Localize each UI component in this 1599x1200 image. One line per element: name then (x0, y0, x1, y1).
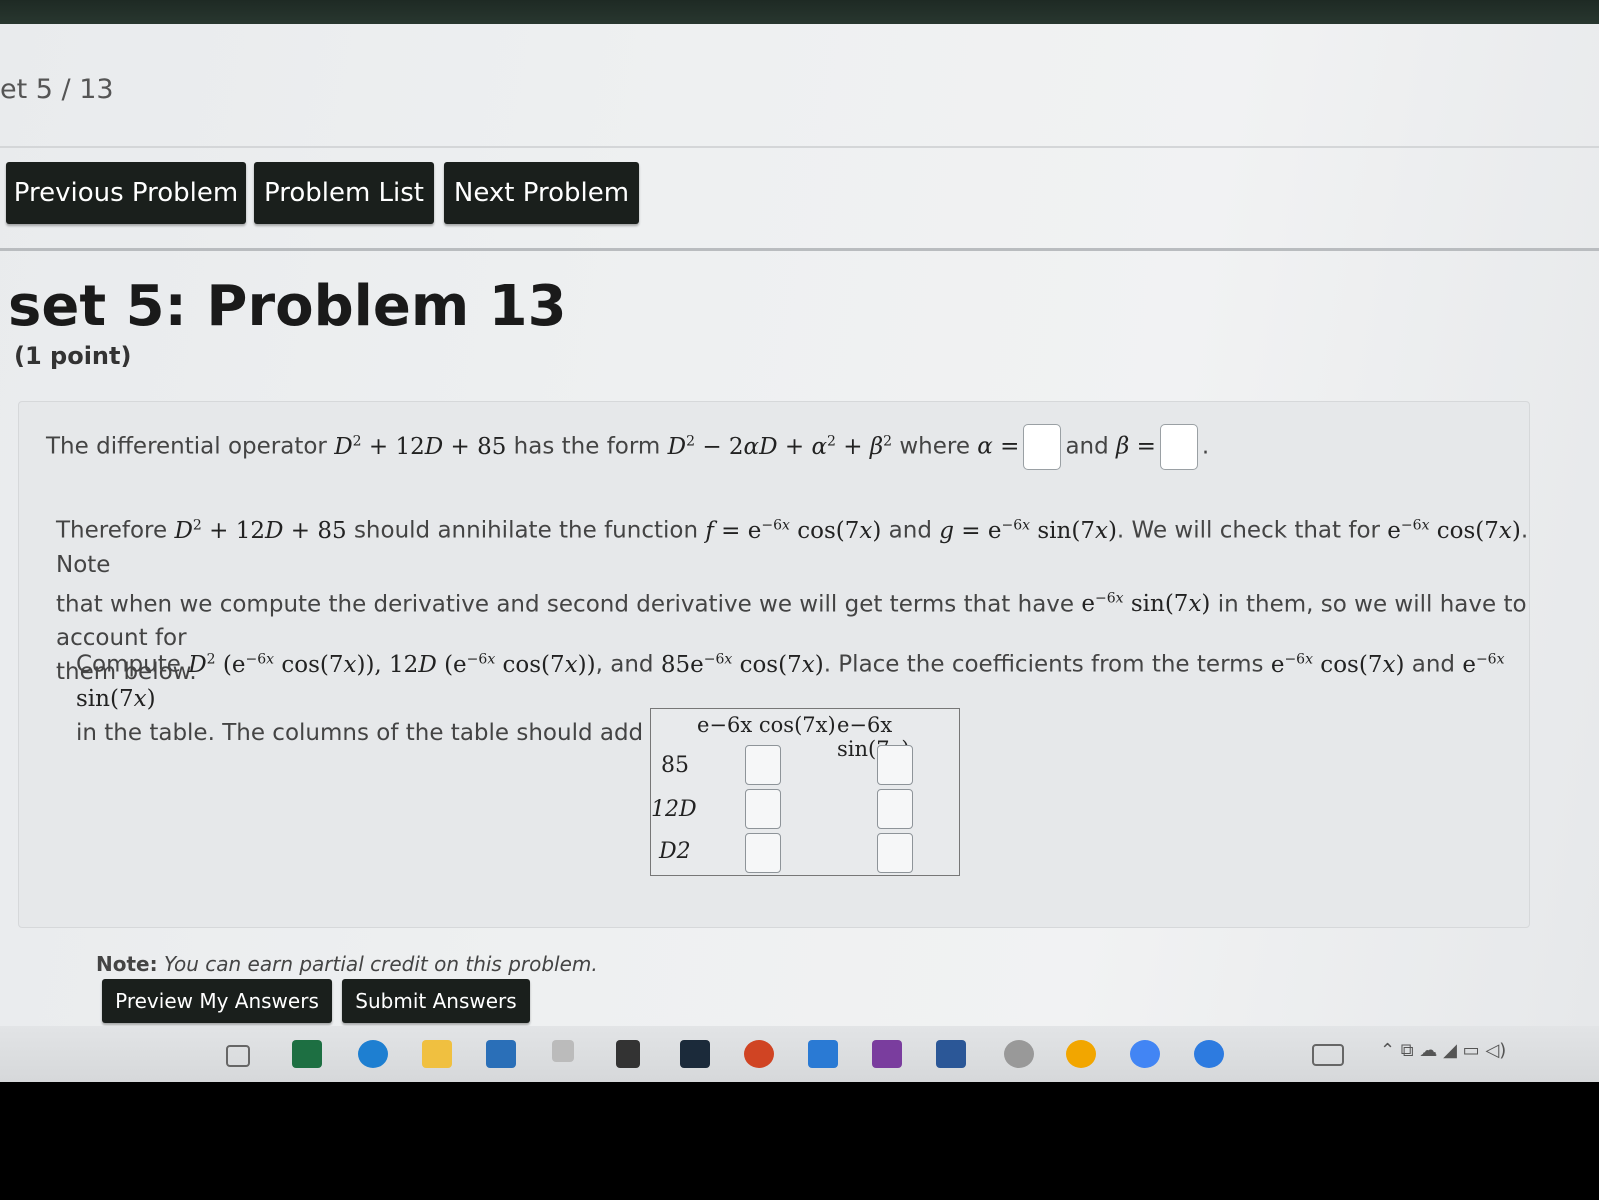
task-view-icon[interactable] (226, 1045, 250, 1067)
app-icon[interactable] (552, 1040, 574, 1062)
problem-list-button[interactable]: Problem List (254, 162, 434, 224)
next-problem-button[interactable]: Next Problem (444, 162, 639, 224)
webwork-page: et 5 / 13 Previous Problem Problem List … (0, 24, 1599, 1052)
table-row-label: 85 (661, 753, 689, 778)
table-header-col1: e−6x cos(7x) (697, 713, 836, 737)
partial-credit-note: Note: You can earn partial credit on thi… (96, 952, 598, 976)
app-s-icon[interactable] (680, 1040, 710, 1068)
previous-problem-button[interactable]: Previous Problem (6, 162, 246, 224)
store-icon[interactable] (486, 1040, 516, 1068)
submit-answers-button[interactable]: Submit Answers (342, 979, 530, 1023)
coef-12d-sin-input[interactable] (877, 789, 913, 829)
keyboard-icon[interactable] (1312, 1044, 1344, 1066)
coef-d2-cos-input[interactable] (745, 833, 781, 873)
problem-points: (1 point) (14, 342, 132, 370)
table-row-label: 12D (651, 797, 697, 822)
operator-expression: D2 + 12D + 85 (334, 433, 507, 460)
problem-nav: Previous Problem Problem List Next Probl… (0, 158, 1599, 251)
coefficient-table: e−6x cos(7x) e−6x sin(7x) 85 12D D2 (650, 708, 960, 876)
coef-d2-sin-input[interactable] (877, 833, 913, 873)
word-icon[interactable] (936, 1040, 966, 1068)
breadcrumb[interactable]: et 5 / 13 (0, 74, 114, 105)
snip-icon[interactable] (1004, 1040, 1034, 1068)
onenote-icon[interactable] (872, 1040, 902, 1068)
table-row-label: D2 (659, 839, 691, 864)
edge-icon[interactable] (358, 1040, 388, 1068)
chrome-icon[interactable] (1130, 1040, 1160, 1068)
alpha-answer-input[interactable] (1023, 424, 1062, 471)
mail-icon[interactable] (808, 1040, 838, 1068)
excel-icon[interactable] (292, 1040, 322, 1068)
coef-85-cos-input[interactable] (745, 745, 781, 785)
form-expression: D2 − 2αD + α2 + β2 (667, 433, 893, 460)
preview-answers-button[interactable]: Preview My Answers (102, 979, 332, 1023)
app-circle-icon[interactable] (1066, 1040, 1096, 1068)
dropbox-icon[interactable] (616, 1040, 640, 1068)
page-title: set 5: Problem 13 (8, 274, 567, 339)
file-explorer-icon[interactable] (422, 1040, 452, 1068)
problem-statement-1: The differential operator D2 + 12D + 85 … (46, 424, 1209, 471)
coef-85-sin-input[interactable] (877, 745, 913, 785)
coef-12d-cos-input[interactable] (745, 789, 781, 829)
help-icon[interactable] (1194, 1040, 1224, 1068)
beta-answer-input[interactable] (1159, 424, 1198, 471)
powerpoint-icon[interactable] (744, 1040, 774, 1068)
divider (0, 146, 1599, 148)
system-tray[interactable]: ⌃ ⧉ ☁ ◢ ▭ ◁) (1380, 1040, 1560, 1068)
